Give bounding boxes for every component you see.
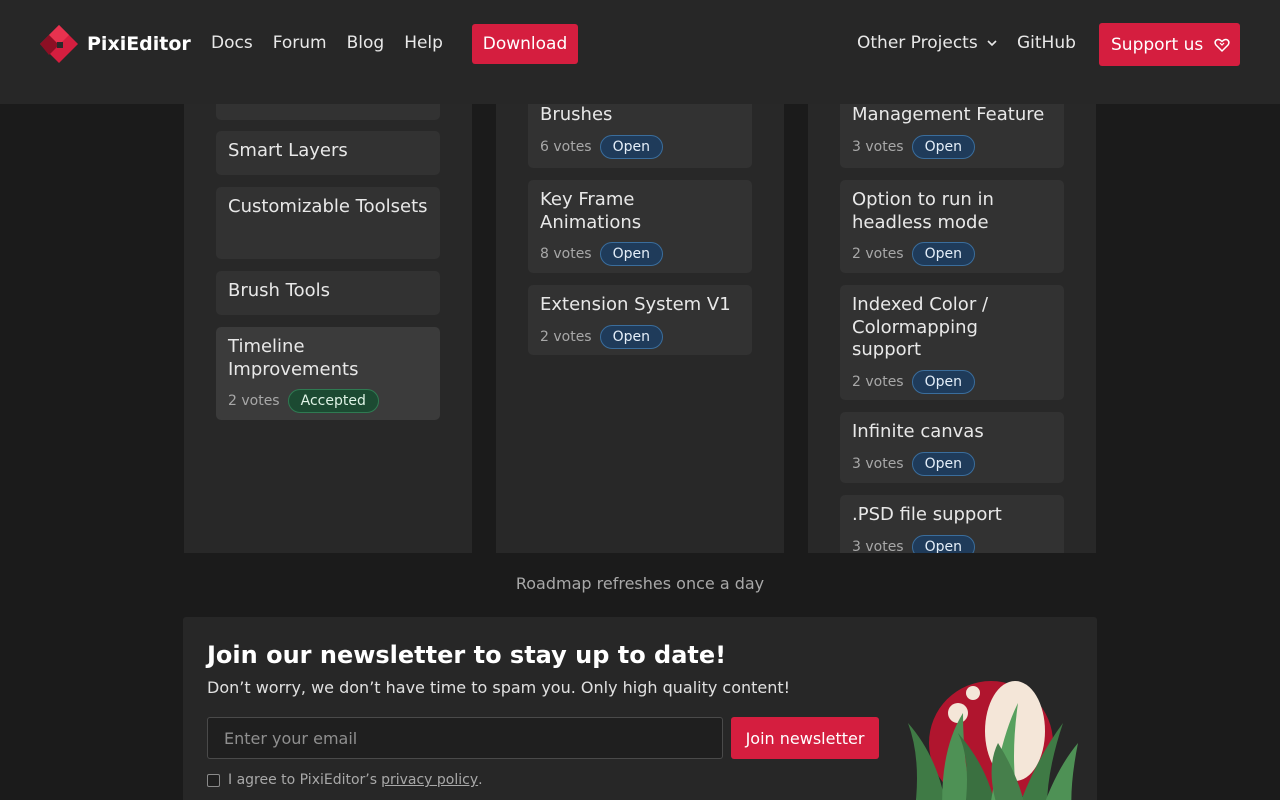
card-meta: 8 votes Open <box>540 242 740 266</box>
card-title: .PSD file support <box>852 504 1002 525</box>
privacy-policy-link[interactable]: privacy policy <box>381 772 478 788</box>
brand-name: PixiEditor <box>87 33 191 55</box>
vote-count: 3 votes <box>852 538 904 554</box>
privacy-consent-label: I agree to PixiEditor’s <box>228 772 378 788</box>
roadmap-card-psd-support[interactable]: .PSD file support 3 votes Open <box>840 495 1064 553</box>
github-link[interactable]: GitHub <box>1017 33 1076 53</box>
privacy-consent: I agree to PixiEditor’s privacy policy . <box>207 772 483 788</box>
roadmap-card-headless-mode[interactable]: Option to run in headless mode 2 votes O… <box>840 180 1064 273</box>
site-header: PixiEditor Docs Forum Blog Help Download… <box>0 0 1280 104</box>
card-meta: 2 votes Open <box>852 369 1052 394</box>
card-meta: 2 votes Open <box>852 242 1052 266</box>
status-badge: Open <box>911 242 976 266</box>
card-title: Timeline Improvements <box>228 336 359 380</box>
card-meta: 6 votes Open <box>540 134 740 159</box>
status-badge: Open <box>599 242 664 266</box>
card-title: Smart Layers <box>228 140 348 161</box>
mushroom-mascot-illustration <box>908 681 1078 800</box>
roadmap-card-key-frame-animations[interactable]: Key Frame Animations 8 votes Open <box>528 180 752 273</box>
status-badge: Accepted <box>287 389 379 413</box>
status-badge: Open <box>911 451 976 476</box>
support-us-button[interactable]: Support us <box>1099 23 1240 66</box>
privacy-consent-checkbox[interactable] <box>207 773 220 787</box>
vote-count: 2 votes <box>540 328 592 345</box>
roadmap-card-extension-system[interactable]: Extension System V1 2 votes Open <box>528 285 752 355</box>
brand-logo[interactable]: PixiEditor <box>40 25 191 63</box>
status-badge: Open <box>911 134 976 159</box>
heart-icon <box>1214 38 1230 52</box>
card-meta: 3 votes Open <box>852 451 1052 476</box>
roadmap-card-brush-tools[interactable]: Brush Tools <box>216 271 440 315</box>
roadmap-refresh-note: Roadmap refreshes once a day <box>515 574 765 593</box>
card-title: Extension System V1 <box>540 294 731 315</box>
roadmap-card-indexed-color[interactable]: Indexed Color / Colormapping support 2 v… <box>840 285 1064 400</box>
main-nav: Docs Forum Blog Help <box>211 33 463 53</box>
other-projects-dropdown[interactable]: Other Projects <box>857 33 998 53</box>
card-meta: 3 votes Open <box>852 534 1052 554</box>
status-badge: Open <box>911 369 976 394</box>
other-projects-menu[interactable]: Other Projects <box>857 33 998 53</box>
vote-count: 8 votes <box>540 246 592 262</box>
pixieditor-logo-icon <box>40 25 78 63</box>
vote-count: 2 votes <box>228 393 280 409</box>
roadmap-card-timeline-improvements[interactable]: Timeline Improvements 2 votes Accepted <box>216 327 440 420</box>
status-badge: Open <box>911 534 976 553</box>
card-meta: 2 votes Open <box>540 324 740 349</box>
nav-blog-link[interactable]: Blog <box>347 33 385 53</box>
status-badge: Open <box>599 134 664 159</box>
card-title: Brush Tools <box>228 280 331 301</box>
card-title: Brushes <box>540 104 613 125</box>
roadmap-card-infinite-canvas[interactable]: Infinite canvas 3 votes Open <box>840 412 1064 483</box>
newsletter-subtitle: Don’t worry, we don’t have time to spam … <box>207 678 791 697</box>
card-title: Indexed Color / Colormapping support <box>852 294 989 360</box>
vote-count: 3 votes <box>852 138 904 155</box>
chevron-down-icon <box>987 40 997 47</box>
other-projects-label: Other Projects <box>857 33 978 53</box>
vote-count: 3 votes <box>852 455 904 472</box>
newsletter-section: Join our newsletter to stay up to date! … <box>183 617 1097 800</box>
card-title: Management Feature <box>852 104 1045 125</box>
nav-help-link[interactable]: Help <box>404 33 443 53</box>
download-button[interactable]: Download <box>472 24 578 64</box>
privacy-consent-suffix: . <box>478 772 483 788</box>
nav-forum-link[interactable]: Forum <box>273 33 327 53</box>
roadmap-column-2: Brushes 6 votes Open Key Frame Animation… <box>496 60 784 553</box>
card-meta: 3 votes Open <box>852 134 1052 159</box>
status-badge: Open <box>599 324 664 349</box>
card-title: Option to run in headless mode <box>852 189 994 233</box>
support-us-label: Support us <box>1111 34 1204 55</box>
vote-count: 2 votes <box>852 246 904 262</box>
newsletter-title: Join our newsletter to stay up to date! <box>207 641 727 669</box>
vote-count: 6 votes <box>540 138 592 155</box>
card-title: Customizable Toolsets <box>228 196 428 217</box>
email-input[interactable] <box>207 717 723 759</box>
card-title: Key Frame Animations <box>540 189 642 233</box>
roadmap-card-customizable-toolsets[interactable]: Customizable Toolsets <box>216 187 440 259</box>
vote-count: 2 votes <box>852 373 904 390</box>
join-newsletter-button[interactable]: Join newsletter <box>731 717 879 759</box>
roadmap-card-smart-layers[interactable]: Smart Layers <box>216 131 440 175</box>
card-title: Infinite canvas <box>852 421 984 442</box>
roadmap-column-1: Smart Layers Customizable Toolsets Brush… <box>184 60 472 553</box>
card-meta: 2 votes Accepted <box>228 389 428 413</box>
roadmap-column-3: Management Feature 3 votes Open Option t… <box>808 60 1096 553</box>
nav-docs-link[interactable]: Docs <box>211 33 253 53</box>
